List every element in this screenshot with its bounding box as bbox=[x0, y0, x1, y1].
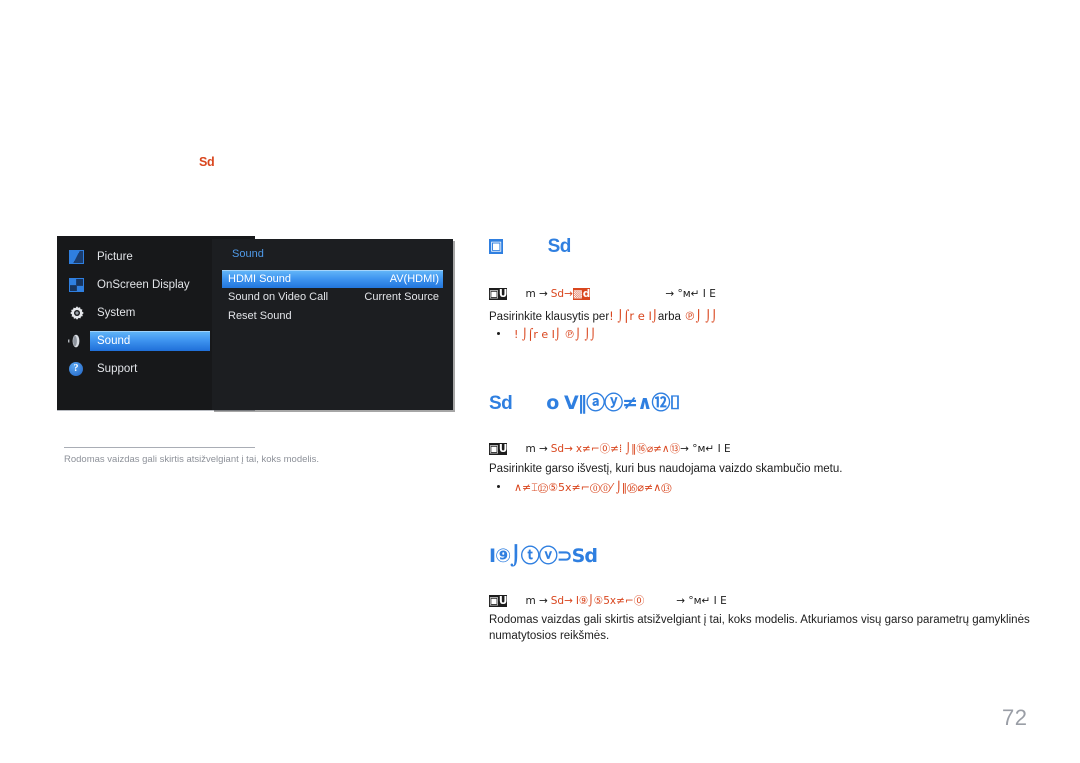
nav-red-2: ▩d bbox=[572, 288, 591, 300]
osd-detail-panel: Sound HDMI Sound AV(HDMI) Sound on Video… bbox=[212, 239, 453, 410]
osd-screenshot: Picture OnScreen Display System Sound ? … bbox=[57, 236, 453, 411]
section-1-heading-prefix-glyph: ▣ bbox=[489, 239, 503, 254]
onscreen-display-icon bbox=[69, 278, 84, 292]
gear-icon bbox=[69, 305, 85, 321]
osd-row-sound-on-video-call[interactable]: Sound on Video Call Current Source bbox=[222, 289, 443, 306]
page-number: 72 bbox=[1002, 705, 1028, 730]
body-red-1: ! ⌡⌠r e I⌡ bbox=[609, 309, 658, 323]
nav-suffix: → °м↵ I E bbox=[676, 595, 727, 607]
section-2-body: Pasirinkite garso išvestį, kuri bus naud… bbox=[489, 463, 843, 475]
section-2-heading-text: Sd bbox=[489, 393, 513, 414]
nav-red-2: I⑨⌡⑤5x≠⌐⓪ bbox=[575, 595, 645, 607]
nav-mid: m → bbox=[525, 595, 548, 607]
section-heading-3: I⑨⌡ⓣⓥ⊃Sd bbox=[489, 541, 598, 568]
sidebar-item-label: Support bbox=[97, 363, 138, 375]
section-heading-1: ▣ Sd bbox=[489, 236, 571, 258]
body-red-2: ℗⌡ ⌡⌡ bbox=[684, 309, 718, 323]
section-3-nav-path: ▣U m → Sd→ I⑨⌡⑤5x≠⌐⓪ → °м↵ I E bbox=[489, 593, 727, 608]
section-3-body: Rodomas vaizdas gali skirtis atsižvelgia… bbox=[489, 614, 1030, 642]
nav-red-1: Sd→ bbox=[550, 443, 573, 455]
picture-icon bbox=[69, 250, 84, 264]
osd-row-label: Reset Sound bbox=[228, 310, 292, 322]
nav-red-1: Sd→ bbox=[550, 288, 573, 300]
section-heading-2: Sd o V‖ⓐⓨ≠∧⑫⌷ bbox=[489, 388, 681, 415]
osd-row-label: Sound on Video Call bbox=[228, 291, 329, 303]
bullet-text: ! ⌡⌠r e I⌡ ℗⌡ ⌡⌡ bbox=[514, 328, 596, 341]
nav-prefix-glyph: ▣U bbox=[489, 288, 508, 300]
osd-row-hdmi-sound[interactable]: HDMI Sound AV(HDMI) bbox=[222, 270, 443, 288]
nav-suffix: → °м↵ I E bbox=[665, 288, 716, 300]
section-1-bullet: ! ⌡⌠r e I⌡ ℗⌡ ⌡⌡ bbox=[489, 328, 596, 341]
section-2-heading-extra: o V‖ⓐⓨ≠∧⑫⌷ bbox=[546, 392, 681, 414]
bullet-text: ∧≠⌶⑫⑤5x≠⌐⓪⓪⁄ ⌡‖⑯⌀≠∧⑬ bbox=[514, 481, 672, 494]
section-1-body: Pasirinkite klausytis per! ⌡⌠r e I⌡arba … bbox=[489, 308, 1034, 325]
nav-suffix: → °м↵ I E bbox=[680, 443, 731, 455]
osd-row-reset-sound[interactable]: Reset Sound bbox=[222, 308, 443, 325]
nav-red-2: x≠⌐⓪≠⁞ ⌡‖⑯⌀≠∧⑬ bbox=[575, 443, 681, 455]
nav-mid: m → bbox=[525, 288, 548, 300]
sidebar-item-label: Sound bbox=[97, 335, 131, 347]
nav-prefix-glyph: ▣U bbox=[489, 443, 508, 455]
section-3-heading-text: I⑨⌡ⓣⓥ⊃Sd bbox=[489, 545, 598, 567]
bullet-dot bbox=[497, 485, 500, 488]
sidebar-item-label: Picture bbox=[97, 251, 133, 263]
osd-caption: Rodomas vaizdas gali skirtis atsižvelgia… bbox=[64, 454, 320, 465]
body-before: Pasirinkite klausytis per bbox=[489, 311, 610, 323]
osd-row-label: HDMI Sound bbox=[228, 273, 291, 285]
chapter-marker: Sd bbox=[199, 155, 215, 169]
question-mark-icon: ? bbox=[69, 362, 83, 376]
nav-red-1: Sd→ bbox=[550, 595, 573, 607]
section-2-bullet: ∧≠⌶⑫⑤5x≠⌐⓪⓪⁄ ⌡‖⑯⌀≠∧⑬ bbox=[489, 481, 672, 495]
osd-row-value: Current Source bbox=[364, 291, 439, 303]
osd-row-value: AV(HDMI) bbox=[389, 273, 439, 285]
nav-prefix-glyph: ▣U bbox=[489, 595, 508, 607]
section-2-nav-path: ▣U m → Sd→ x≠⌐⓪≠⁞ ⌡‖⑯⌀≠∧⑬→ °м↵ I E bbox=[489, 441, 731, 456]
bullet-dot bbox=[497, 332, 500, 335]
speaker-icon bbox=[67, 333, 85, 349]
section-1-heading-text: Sd bbox=[547, 236, 572, 257]
osd-menu-title: Sound bbox=[232, 248, 264, 260]
caption-divider bbox=[64, 447, 255, 448]
sidebar-item-label: System bbox=[97, 307, 136, 319]
section-1-nav-path: ▣U m → Sd→▩d → °м↵ I E bbox=[489, 288, 716, 300]
sidebar-item-label: OnScreen Display bbox=[97, 279, 190, 291]
body-mid: arba bbox=[657, 311, 681, 323]
nav-mid: m → bbox=[525, 443, 548, 455]
